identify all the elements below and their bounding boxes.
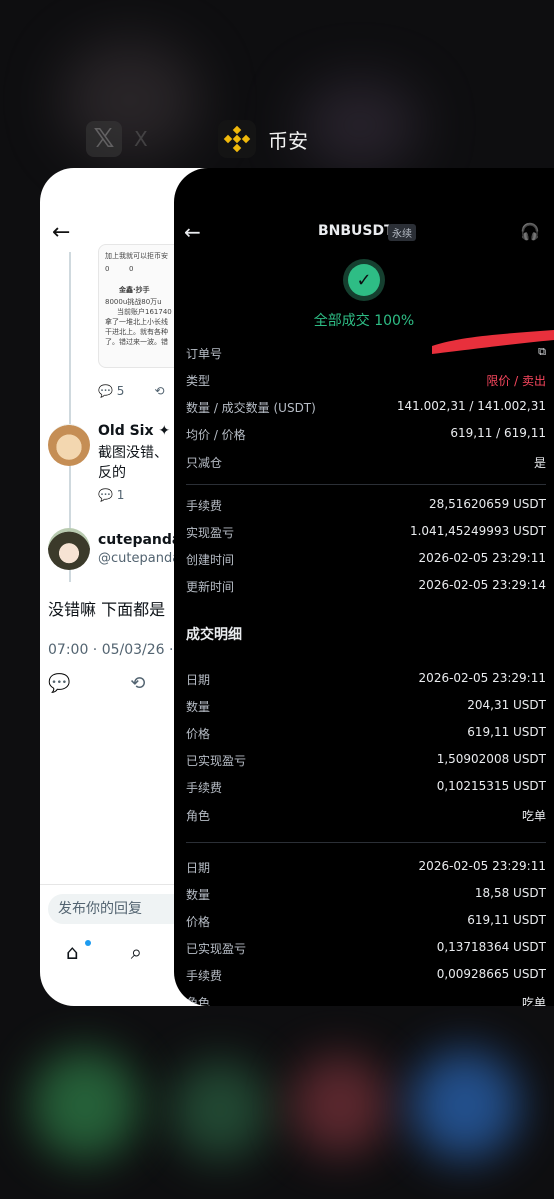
bottom-tab-bar: ⌂ ⌕ <box>66 940 142 964</box>
order-type-row: 类型 限价 / 卖出 <box>186 374 546 388</box>
fill-fee-row: 手续费 0,10215315 USDT <box>186 779 546 795</box>
post-actions: 💬 ⟲ <box>48 673 146 694</box>
headset-icon[interactable]: 🎧 <box>520 222 540 241</box>
fill-quantity-row: 数量 204,31 USDT <box>186 698 546 714</box>
contract-type-badge: 永续 <box>388 224 416 241</box>
x-app-header[interactable]: 𝕏 X <box>86 121 148 157</box>
x-logo-icon: 𝕏 <box>86 121 122 157</box>
notification-dot <box>85 940 91 946</box>
divider <box>186 484 546 485</box>
post-body: 没错嘛 下面都是 <box>48 600 166 619</box>
realized-pnl-row: 实现盈亏 1.041,45249993 USDT <box>186 524 546 540</box>
avatar[interactable] <box>48 528 90 570</box>
binance-app-name: 币安 <box>268 128 308 153</box>
retweet-icon[interactable]: ⟲ <box>130 673 145 694</box>
back-arrow-icon[interactable]: ← <box>52 220 70 245</box>
back-arrow-icon[interactable]: ← <box>184 220 201 244</box>
fill-quantity-row: 数量 18,58 USDT <box>186 886 546 902</box>
binance-logo-icon <box>218 120 256 158</box>
reduce-only-row: 只减仓 是 <box>186 456 546 470</box>
post-timestamp: 07:00 · 05/03/26 · 5 <box>48 642 187 658</box>
reply-count[interactable]: 💬 5 <box>98 384 124 398</box>
post-author-name[interactable]: cutepanda <box>98 532 181 548</box>
symbol-title: BNBUSDT <box>318 223 394 239</box>
reply-text-line2: 反的 <box>98 465 126 481</box>
fill-pnl-row: 已实现盈亏 1,50902008 USDT <box>186 752 546 768</box>
order-detail-header: ← BNBUSDT 永续 🎧 <box>174 220 554 246</box>
binance-app-card[interactable]: ← BNBUSDT 永续 🎧 ✓ 全部成交 100% 订单号 ⧉ 类型 限价 /… <box>174 168 554 1006</box>
post-author-handle: @cutepanda <box>98 551 181 566</box>
trade-details-title: 成交明细 <box>186 627 242 643</box>
order-id-row: 订单号 ⧉ <box>186 345 546 361</box>
reply-count[interactable]: 💬 1 <box>98 488 124 502</box>
fill-pnl-row: 已实现盈亏 0,13718364 USDT <box>186 940 546 956</box>
check-circle-icon: ✓ <box>348 264 380 296</box>
fill-role-row: 角色 吃单 <box>186 996 546 1006</box>
post-actions: 💬 5 ⟲ <box>98 384 164 398</box>
updated-time-row: 更新时间 2026-02-05 23:29:14 <box>186 578 546 594</box>
avatar[interactable] <box>48 424 90 466</box>
order-status: 全部成交 100% <box>313 313 415 329</box>
retweet-icon[interactable]: ⟲ <box>154 384 164 398</box>
fill-price-row: 价格 619,11 USDT <box>186 913 546 929</box>
fee-row: 手续费 28,51620659 USDT <box>186 497 546 513</box>
home-icon[interactable]: ⌂ <box>66 940 79 964</box>
fill-date-row: 日期 2026-02-05 23:29:11 <box>186 671 546 687</box>
fill-price-row: 价格 619,11 USDT <box>186 725 546 741</box>
copy-icon[interactable]: ⧉ <box>538 345 546 359</box>
created-time-row: 创建时间 2026-02-05 23:29:11 <box>186 551 546 567</box>
reply-author-name[interactable]: Old Six ✦ <box>98 423 170 439</box>
reply-text-line1: 截图没错、 <box>98 445 168 461</box>
quantity-row: 数量 / 成交数量 (USDT) 141.002,31 / 141.002,31 <box>186 399 546 415</box>
fill-role-row: 角色 吃单 <box>186 809 546 823</box>
x-app-name: X <box>134 127 148 151</box>
fill-fee-row: 手续费 0,00928665 USDT <box>186 967 546 983</box>
divider <box>186 842 546 843</box>
reply-icon[interactable]: 💬 <box>48 673 70 694</box>
fill-date-row: 日期 2026-02-05 23:29:11 <box>186 859 546 875</box>
search-icon[interactable]: ⌕ <box>131 940 142 964</box>
price-row: 均价 / 价格 619,11 / 619,11 <box>186 426 546 442</box>
binance-app-header[interactable]: 币安 <box>218 120 308 158</box>
